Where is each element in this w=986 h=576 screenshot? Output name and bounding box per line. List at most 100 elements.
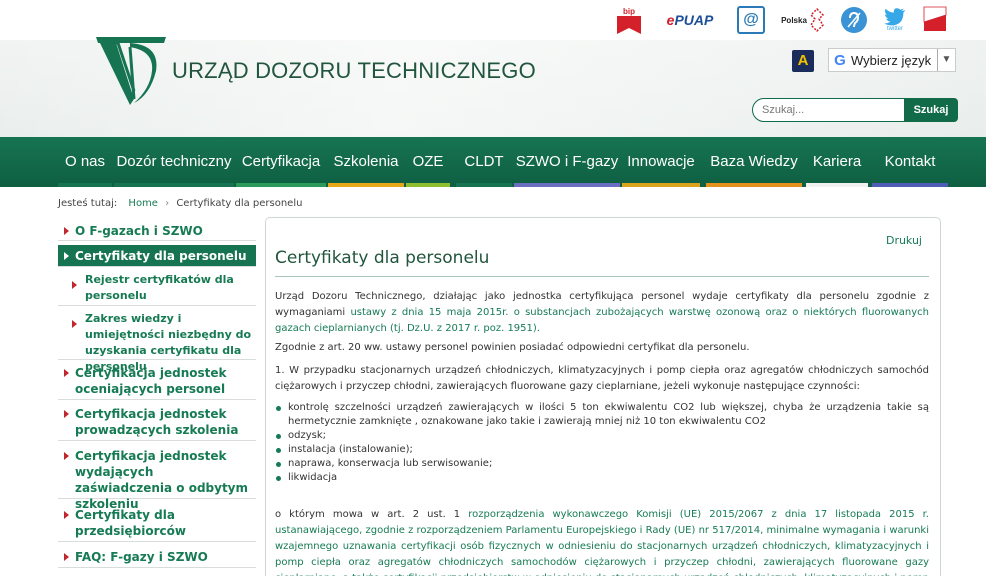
chevron-down-icon: ▼ <box>937 49 955 71</box>
sidebar-item-label: Certyfikacja jednostek prowadzących szko… <box>75 407 239 437</box>
nav-accent-bar <box>58 183 112 187</box>
list-item: naprawa, konserwacja lub serwisowanie; <box>275 457 929 471</box>
nav-accent-bar <box>622 183 700 187</box>
polska-icon[interactable]: Polska <box>779 4 827 36</box>
epuap-icon[interactable]: e PUAP <box>657 4 723 36</box>
arrow-right-icon <box>72 281 77 289</box>
accessibility-button[interactable]: A <box>792 50 814 72</box>
nav-accent-bar <box>114 183 234 187</box>
nav-label: OZE <box>412 153 444 170</box>
nav-item-szkolenia[interactable]: Szkolenia <box>328 137 404 187</box>
nav-item-innowacje[interactable]: Innowacje <box>622 137 700 187</box>
arrow-right-icon <box>72 320 77 328</box>
epuap-label-e: e <box>666 12 675 28</box>
sidebar-item-przedsiebiorcow[interactable]: Certyfikaty dla przedsiębiorców <box>58 504 256 542</box>
nav-accent-bar <box>456 183 512 187</box>
nav-accent-bar <box>806 183 868 187</box>
sidebar-subitem-zakres-wiedzy[interactable]: Zakres wiedzy i umiejętności niezbędny d… <box>58 308 256 373</box>
nav-label: Certyfikacja <box>241 153 321 170</box>
nav-accent-bar <box>236 183 326 187</box>
nav-item-kontakt[interactable]: Kontakt <box>872 137 948 187</box>
nav-accent-bar <box>706 183 802 187</box>
title-divider <box>275 276 929 277</box>
arrow-right-icon <box>64 553 69 561</box>
print-link[interactable]: Drukuj <box>886 234 922 247</box>
act-link[interactable]: ustawy z dnia 15 maja 2015r. o substancj… <box>275 307 929 334</box>
nav-item-szwo[interactable]: SZWO i F-gazy <box>514 137 620 187</box>
main-nav: O nas Dozór techniczny Certyfikacja Szko… <box>0 137 986 187</box>
bip-label: bip <box>623 7 635 16</box>
nav-item-dozor[interactable]: Dozór techniczny <box>114 137 234 187</box>
nav-accent-bar <box>328 183 404 187</box>
breadcrumb-separator: › <box>165 198 170 209</box>
sidebar-item-label: Rejestr certyfikatów dla personelu <box>85 273 234 302</box>
list-item: likwidacja <box>275 471 929 485</box>
regulation-text: o którym mowa w art. 2 ust. 1 <box>275 509 469 520</box>
sidebar-item-prowadzacych[interactable]: Certyfikacja jednostek prowadzących szko… <box>58 403 256 441</box>
sidebar-item-label: Certyfikacja jednostek oceniających pers… <box>75 366 227 396</box>
nav-label: O nas <box>64 153 106 170</box>
arrow-right-icon <box>64 252 69 260</box>
main-content: Drukuj Certyfikaty dla personelu Urząd D… <box>265 217 941 576</box>
sidebar-item-label: Certyfikaty dla personelu <box>75 249 247 263</box>
nav-item-baza-wiedzy[interactable]: Baza Wiedzy <box>706 137 802 187</box>
search-form: Szukaj... Szukaj <box>752 98 958 122</box>
sidebar-item-o-f-gazach[interactable]: O F-gazach i SZWO <box>58 220 256 241</box>
page-title: Certyfikaty dla personelu <box>275 248 490 268</box>
service-icons: bip e PUAP @ Polska twitter <box>615 3 961 37</box>
nav-accent-bar <box>406 183 450 187</box>
google-icon: G <box>834 51 846 69</box>
regulation-paragraph: o którym mowa w art. 2 ust. 1 rozporządz… <box>275 507 929 576</box>
udt-logo[interactable] <box>94 33 168 107</box>
nav-item-kariera[interactable]: Kariera <box>806 137 868 187</box>
article-paragraph: Zgodnie z art. 20 ww. ustawy personel po… <box>275 342 750 353</box>
breadcrumb-prefix: Jesteś tutaj: <box>58 198 118 209</box>
sidebar-item-faq[interactable]: FAQ: F-gazy i SZWO <box>58 546 256 568</box>
mail-icon[interactable]: @ <box>737 6 765 34</box>
nav-label: CLDT <box>464 153 504 170</box>
flag-icon[interactable] <box>923 4 947 36</box>
nav-label: Szkolenia <box>333 153 399 170</box>
epuap-label: PUAP <box>674 12 714 28</box>
twitter-label: twitter <box>886 26 903 32</box>
sidebar-subitem-rejestr[interactable]: Rejestr certyfikatów dla personelu <box>58 269 256 306</box>
language-label: Wybierz język <box>851 52 932 68</box>
arrow-right-icon <box>64 511 69 519</box>
bip-icon[interactable]: bip <box>615 4 643 36</box>
site-title[interactable]: URZĄD DOZORU TECHNICZNEGO <box>172 58 536 84</box>
activities-list: kontrolę szczelności urządzeń zawierając… <box>275 401 929 485</box>
arrow-right-icon <box>64 369 69 377</box>
search-input[interactable]: Szukaj... <box>752 98 904 122</box>
sidebar-item-label: Certyfikaty dla przedsiębiorców <box>75 508 186 538</box>
sidebar-item-label: FAQ: F-gazy i SZWO <box>75 550 208 564</box>
sidebar-item-certyfikaty-personel[interactable]: Certyfikaty dla personelu <box>58 245 256 267</box>
list-item: odzysk; <box>275 429 929 443</box>
nav-item-o-nas[interactable]: O nas <box>58 137 112 187</box>
site-header: bip e PUAP @ Polska twitter URZĄD DOZORU… <box>0 0 986 137</box>
nav-accent-bar <box>514 183 620 187</box>
breadcrumb-home-link[interactable]: Home <box>128 198 158 209</box>
arrow-right-icon <box>64 227 69 235</box>
sidebar-item-label: O F-gazach i SZWO <box>75 224 203 238</box>
nav-label: Innowacje <box>627 153 695 170</box>
nav-label: Kariera <box>812 153 862 170</box>
polska-label: Polska <box>781 15 807 25</box>
nav-item-certyfikacja[interactable]: Certyfikacja <box>236 137 326 187</box>
intro-paragraph: Urząd Dozoru Technicznego, działając jak… <box>275 289 929 337</box>
language-selector[interactable]: G Wybierz język ▼ <box>828 48 956 72</box>
mail-label: @ <box>743 11 759 28</box>
arrow-right-icon <box>64 452 69 460</box>
sidebar-item-wydajacych[interactable]: Certyfikacja jednostek wydających zaświa… <box>58 445 256 511</box>
nav-item-oze[interactable]: OZE <box>406 137 450 187</box>
sidebar-item-label: Certyfikacja jednostek wydających zaświa… <box>75 449 249 511</box>
nav-label: Baza Wiedzy <box>710 153 798 170</box>
nav-item-cldt[interactable]: CLDT <box>456 137 512 187</box>
nav-accent-bar <box>872 183 948 187</box>
list-item: instalacja (instalowanie); <box>275 443 929 457</box>
list-item: kontrolę szczelności urządzeń zawierając… <box>275 401 929 429</box>
sidebar-item-oceniajacych[interactable]: Certyfikacja jednostek oceniających pers… <box>58 362 256 400</box>
hearing-icon[interactable] <box>841 7 867 33</box>
twitter-icon[interactable]: twitter <box>881 4 909 36</box>
search-button[interactable]: Szukaj <box>904 98 958 122</box>
nav-label: Kontakt <box>884 153 936 170</box>
